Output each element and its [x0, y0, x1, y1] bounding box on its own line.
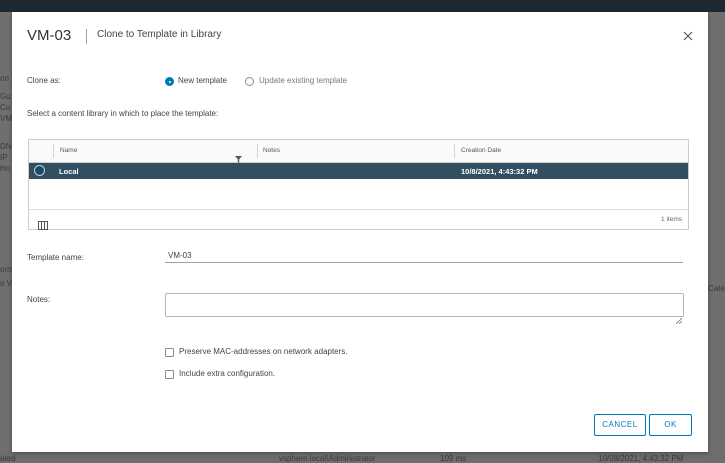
column-header-notes[interactable]: Notes — [263, 147, 280, 154]
library-name-cell: Local — [59, 167, 79, 176]
background-text: Ho — [0, 164, 11, 173]
clone-to-template-dialog: VM-03 Clone to Template in Library Clone… — [12, 12, 708, 452]
background-text: Categ — [708, 284, 725, 293]
library-prompt: Select a content library in which to pla… — [27, 109, 219, 118]
clone-as-label: Clone as: — [27, 76, 61, 85]
notes-textarea[interactable] — [165, 293, 684, 317]
new-template-radio[interactable] — [165, 77, 174, 86]
row-select-radio[interactable] — [34, 165, 45, 176]
background-text: Gu — [0, 92, 11, 101]
background-text: on — [0, 74, 9, 83]
template-name-input[interactable] — [165, 249, 683, 263]
update-existing-template-label[interactable]: Update existing template — [259, 76, 347, 85]
column-separator — [53, 144, 54, 158]
close-icon[interactable] — [680, 28, 696, 44]
ok-button[interactable]: OK — [649, 414, 692, 436]
template-name-label: Template name: — [27, 253, 84, 262]
dialog-title: VM-03 — [27, 27, 72, 44]
column-separator — [257, 144, 258, 158]
title-divider — [86, 29, 87, 44]
filter-icon[interactable] — [235, 148, 242, 163]
background-text: DN — [0, 142, 12, 151]
cancel-button[interactable]: CANCEL — [594, 414, 646, 436]
item-count: 1 items — [661, 216, 682, 223]
preserve-mac-checkbox[interactable] — [165, 348, 174, 357]
column-separator — [454, 144, 455, 158]
extra-config-checkbox[interactable] — [165, 370, 174, 379]
library-creation-date-cell: 10/8/2021, 4:43:32 PM — [461, 167, 538, 176]
grid-footer: 1 items — [29, 209, 688, 230]
column-toggle-icon[interactable] — [38, 215, 48, 230]
app-header-bar — [0, 0, 725, 12]
content-library-grid: Name Notes Creation Date Local 10/8/2021… — [28, 139, 689, 230]
preserve-mac-label[interactable]: Preserve MAC-addresses on network adapte… — [179, 347, 348, 356]
resize-grip-icon[interactable] — [675, 309, 683, 325]
column-header-name[interactable]: Name — [60, 147, 77, 154]
background-text: IP — [0, 153, 8, 162]
background-text: VM — [0, 114, 12, 123]
column-header-creation-date[interactable]: Creation Date — [461, 147, 501, 154]
grid-header: Name Notes Creation Date — [29, 140, 688, 163]
extra-config-label[interactable]: Include extra configuration. — [179, 369, 275, 378]
table-row[interactable]: Local 10/8/2021, 4:43:32 PM — [29, 163, 688, 179]
new-template-label[interactable]: New template — [178, 76, 227, 85]
notes-label: Notes: — [27, 295, 51, 304]
update-existing-template-radio[interactable] — [245, 77, 254, 86]
background-text: o V — [0, 279, 13, 288]
background-text: Co — [0, 103, 11, 112]
dialog-subtitle: Clone to Template in Library — [97, 29, 222, 40]
